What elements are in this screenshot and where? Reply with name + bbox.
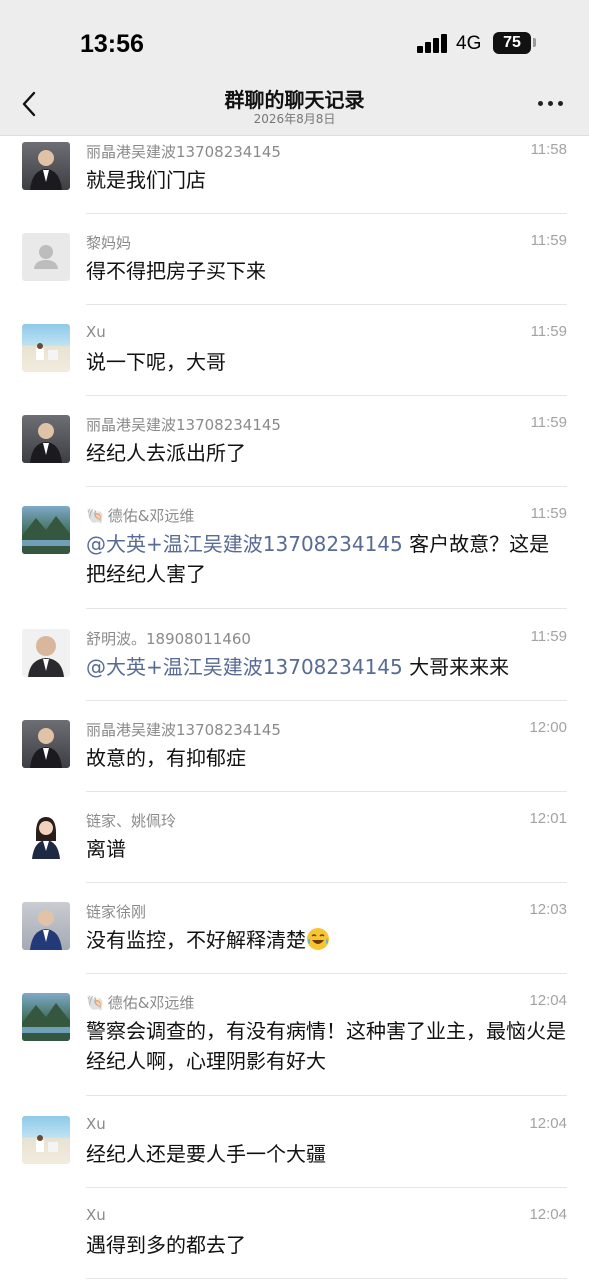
sender-name: 丽晶港吴建波13708234145: [86, 416, 281, 434]
sender-name: 舒明波。18908011460: [86, 630, 251, 648]
message-text: 没有监控，不好解释清楚: [86, 925, 566, 955]
divider: [86, 1187, 567, 1188]
signal-icon: [417, 33, 449, 53]
status-bar: 13:56 4G 75: [0, 0, 589, 80]
divider: [86, 973, 567, 974]
message-text: 故意的，有抑郁症: [86, 746, 246, 770]
avatar[interactable]: [22, 720, 70, 768]
message-text: 警察会调查的，有没有病情！这种害了业主，最恼火是经纪人啊，心理阴影有好大: [86, 1019, 566, 1073]
divider: [86, 213, 567, 214]
message-time: 12:04: [529, 1115, 567, 1132]
sender-name: Xu: [86, 1115, 106, 1133]
phone-link[interactable]: 13708234145: [263, 532, 403, 556]
page-subtitle: 2026年8月8日: [253, 112, 336, 126]
page-title: 群聊的聊天记录: [224, 88, 365, 112]
battery-icon: 75: [493, 32, 531, 54]
sender-name: 链家、姚佩玲: [86, 812, 177, 830]
message-time: 11:59: [530, 505, 567, 522]
divider: [86, 304, 567, 305]
message-text: 得不得把房子买下来: [86, 259, 266, 283]
message-time: 12:03: [529, 901, 567, 918]
avatar[interactable]: [22, 902, 70, 950]
message-text: 经纪人还是要人手一个大疆: [86, 1142, 326, 1166]
phone-link[interactable]: 13708234145: [263, 655, 403, 679]
message-text: 说一下呢，大哥: [86, 350, 226, 374]
sender-name: 🐚 德佑&邓远维: [86, 994, 195, 1012]
mention[interactable]: @大英+温江吴建波: [86, 532, 263, 556]
message-text: @大英+温江吴建波13708234145 大哥来来来: [86, 655, 510, 679]
avatar[interactable]: [22, 415, 70, 463]
divider: [86, 791, 567, 792]
sender-name: 链家徐刚: [86, 903, 147, 921]
message-time: 12:01: [529, 810, 567, 827]
divider: [86, 1278, 567, 1279]
avatar[interactable]: [22, 629, 70, 677]
mention[interactable]: @大英+温江吴建波: [86, 655, 263, 679]
message-time: 12:00: [529, 719, 567, 736]
avatar[interactable]: [22, 1116, 70, 1164]
avatar[interactable]: [22, 811, 70, 859]
avatar[interactable]: [22, 324, 70, 372]
laughing-tears-emoji-icon: [307, 928, 329, 950]
sender-name: 黎妈妈: [86, 234, 132, 252]
divider: [86, 1095, 567, 1096]
avatar[interactable]: [22, 233, 70, 281]
message-time: 12:04: [529, 1206, 567, 1223]
message-time: 11:59: [530, 414, 567, 431]
nav-bar: 群聊的聊天记录 2026年8月8日: [0, 80, 589, 136]
divider: [86, 882, 567, 883]
message-time: 12:04: [529, 992, 567, 1009]
message-text: 遇得到多的都去了: [86, 1233, 246, 1257]
more-icon[interactable]: [536, 98, 566, 108]
message-text: 离谱: [86, 837, 126, 861]
message-time: 11:59: [530, 323, 567, 340]
sender-name: 🐚 德佑&邓远维: [86, 507, 195, 525]
divider: [86, 486, 567, 487]
message-text: 就是我们门店: [86, 168, 206, 192]
divider: [86, 608, 567, 609]
sender-name: Xu: [86, 323, 106, 341]
sender-name: Xu: [86, 1206, 106, 1224]
divider: [86, 395, 567, 396]
divider: [86, 700, 567, 701]
sender-name: 丽晶港吴建波13708234145: [86, 143, 281, 161]
message-time: 11:58: [530, 141, 567, 158]
shell-icon: 🐚: [86, 994, 105, 1012]
network-type: 4G: [456, 33, 482, 54]
avatar[interactable]: [22, 142, 70, 190]
status-time: 13:56: [80, 30, 144, 58]
battery-tip: [533, 38, 536, 47]
message-time: 11:59: [530, 232, 567, 249]
shell-icon: 🐚: [86, 507, 105, 525]
avatar[interactable]: [22, 993, 70, 1041]
sender-name: 丽晶港吴建波13708234145: [86, 721, 281, 739]
message-text: @大英+温江吴建波13708234145 客户故意？这是把经纪人害了: [86, 532, 550, 586]
avatar[interactable]: [22, 506, 70, 554]
message-time: 11:59: [530, 628, 567, 645]
message-text: 经纪人去派出所了: [86, 441, 246, 465]
